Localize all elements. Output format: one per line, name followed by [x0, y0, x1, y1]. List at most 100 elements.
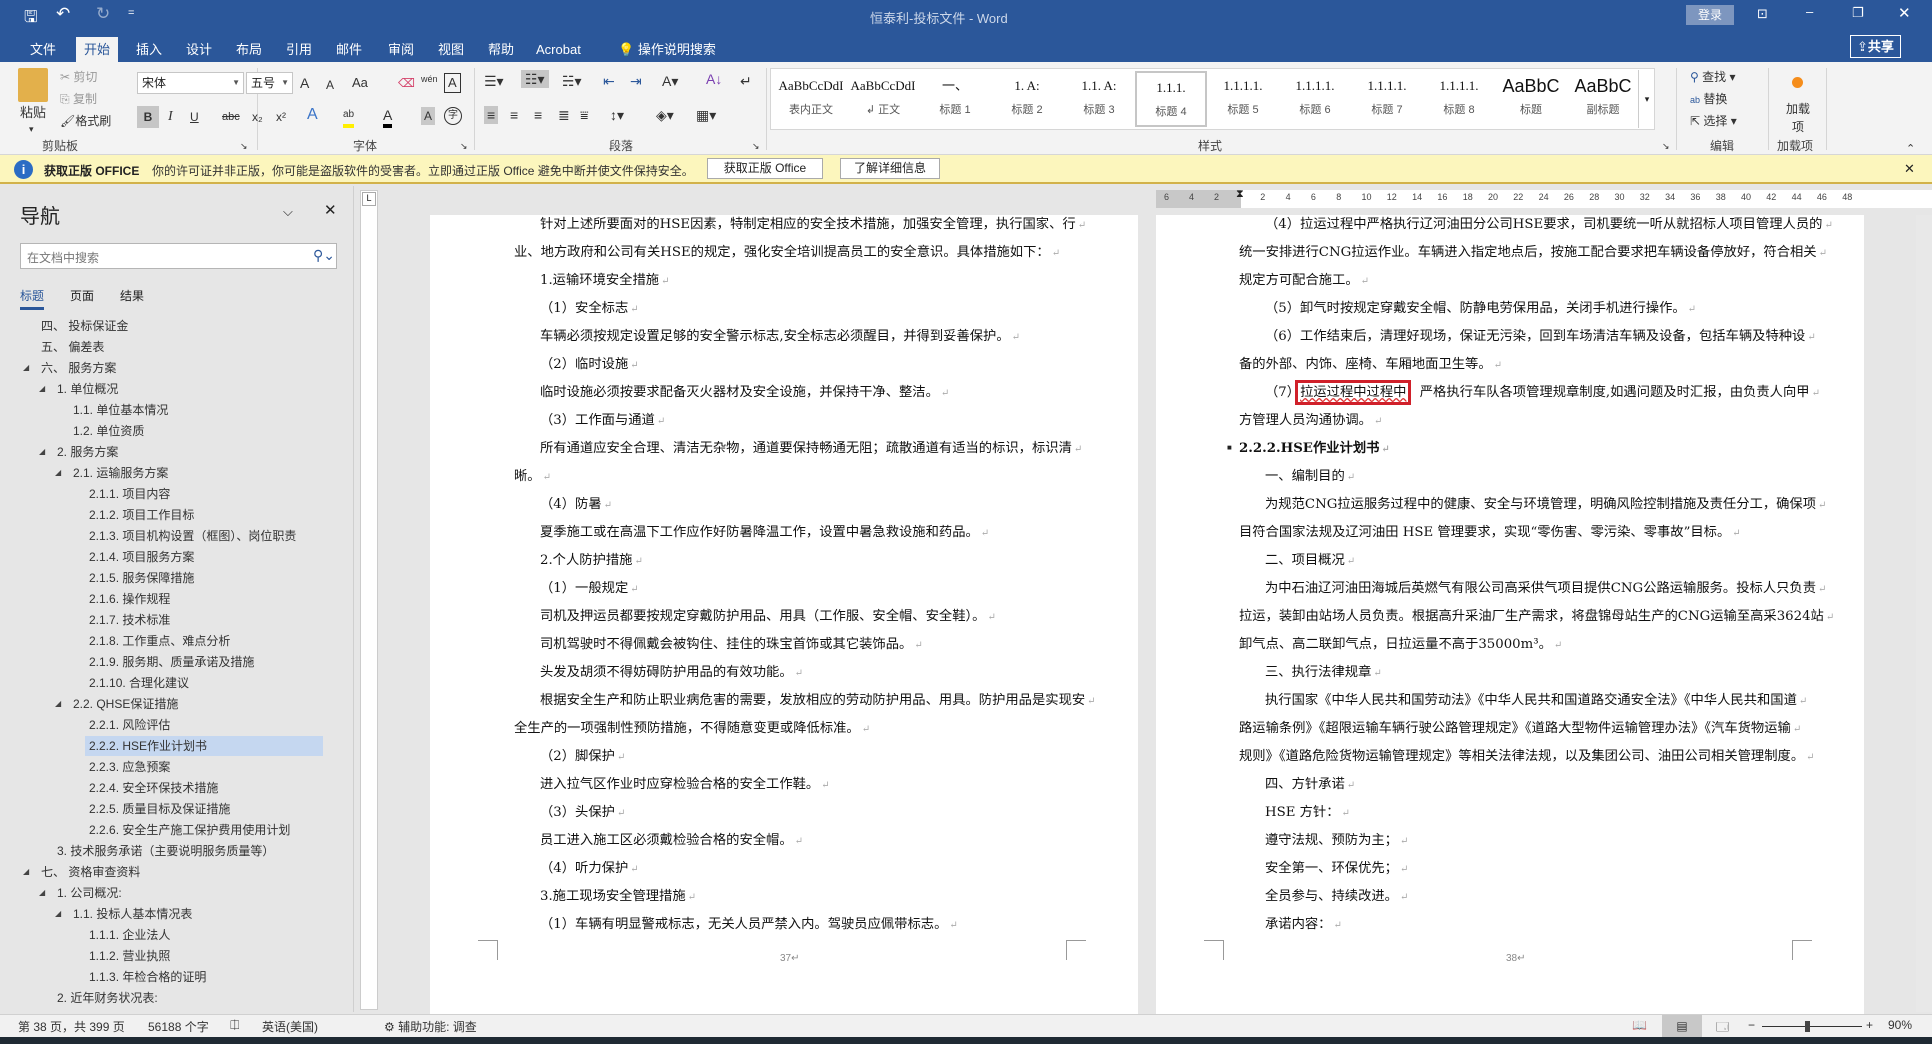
- zoom-slider-thumb[interactable]: [1805, 1021, 1810, 1032]
- grow-font-button[interactable]: A: [300, 74, 309, 92]
- customize-qat-button[interactable]: =: [128, 7, 134, 19]
- tab-3[interactable]: 设计: [178, 37, 220, 62]
- format-painter-button[interactable]: 🖌格式刷: [60, 112, 111, 130]
- nav-heading-item[interactable]: 1.1. 投标人基本情况表: [69, 904, 196, 924]
- nav-heading-item[interactable]: 五、 偏差表: [37, 337, 108, 357]
- save-icon[interactable]: 🖫: [24, 6, 38, 33]
- read-mode-icon[interactable]: 📖: [1632, 1018, 1647, 1032]
- enclose-characters-button[interactable]: 字: [444, 107, 462, 125]
- print-layout-icon[interactable]: ▤: [1662, 1015, 1702, 1037]
- search-icon[interactable]: ⚲⌄: [313, 247, 335, 264]
- expand-triangle-icon[interactable]: ◢: [39, 384, 45, 393]
- paste-icon[interactable]: [18, 68, 48, 102]
- nav-heading-item[interactable]: 四、 投标保证金: [37, 316, 132, 336]
- zoom-level[interactable]: 90%: [1888, 1018, 1912, 1032]
- zoom-in-button[interactable]: +: [1866, 1018, 1873, 1032]
- style-3[interactable]: 1. A: 标题 2: [991, 71, 1063, 127]
- nav-heading-item[interactable]: 1.1.1. 企业法人: [85, 925, 174, 945]
- align-center-icon[interactable]: ≡: [510, 106, 518, 124]
- nav-heading-item[interactable]: 七、 资格审查资料: [37, 862, 144, 882]
- redo-icon[interactable]: ↻: [96, 4, 110, 24]
- expand-triangle-icon[interactable]: ◢: [55, 468, 61, 477]
- ribbon-display-icon[interactable]: ⊡: [1757, 6, 1768, 22]
- page-count[interactable]: 第 38 页，共 399 页: [18, 1018, 125, 1035]
- proofing-icon[interactable]: ⎅: [230, 1018, 240, 1033]
- indent-marker-icon[interactable]: ⧗: [1236, 188, 1244, 201]
- expand-triangle-icon[interactable]: ◢: [39, 447, 45, 456]
- numbering-icon[interactable]: ☷▾: [521, 70, 549, 88]
- tab-1[interactable]: 开始: [76, 37, 119, 62]
- copy-button[interactable]: ⎘ 复制: [60, 90, 97, 108]
- show-marks-icon[interactable]: ↵: [740, 72, 752, 90]
- highlight-button[interactable]: ab: [343, 106, 355, 128]
- font-name-combo[interactable]: 宋体 ▼: [137, 72, 244, 94]
- nav-heading-item[interactable]: 1.1. 单位基本情况: [69, 400, 172, 420]
- change-case-button[interactable]: Aa: [352, 74, 368, 92]
- increase-indent-icon[interactable]: ⇥: [630, 72, 642, 90]
- vertical-scrollbar[interactable]: [1916, 215, 1932, 1012]
- sort-icon[interactable]: A↓: [706, 70, 722, 88]
- highlighted-text[interactable]: 拉运过程中过程中: [1295, 380, 1412, 405]
- get-genuine-office-button[interactable]: 获取正版 Office: [707, 158, 823, 179]
- tab-6[interactable]: 邮件: [328, 37, 370, 62]
- font-launcher-icon[interactable]: ↘: [460, 137, 468, 155]
- nav-heading-item[interactable]: 2.2.6. 安全生产施工保护费用使用计划: [85, 820, 294, 840]
- superscript-button[interactable]: x²: [276, 108, 286, 126]
- multilevel-list-icon[interactable]: ☵▾: [562, 72, 582, 90]
- close-icon[interactable]: ✕: [1898, 4, 1911, 22]
- character-shading-button[interactable]: A: [421, 107, 436, 125]
- nav-heading-item[interactable]: 2.1.7. 技术标准: [85, 610, 174, 630]
- styles-more-button[interactable]: ▾: [1638, 70, 1655, 128]
- vertical-ruler[interactable]: [360, 190, 378, 1010]
- nav-tab-2[interactable]: 结果: [120, 287, 144, 304]
- nav-heading-item[interactable]: 2.2.2. HSE作业计划书: [85, 736, 323, 756]
- cut-button[interactable]: ✂ 剪切: [60, 68, 97, 86]
- tell-me-search[interactable]: 💡 操作说明搜索: [610, 37, 724, 62]
- styles-launcher-icon[interactable]: ↘: [1662, 137, 1670, 155]
- style-11[interactable]: AaBbC 副标题: [1567, 71, 1639, 127]
- underline-button[interactable]: U: [190, 108, 199, 126]
- style-9[interactable]: 1.1.1.1. 标题 8: [1423, 71, 1495, 127]
- addins-button[interactable]: 加载项: [1786, 100, 1810, 136]
- style-5[interactable]: 1.1.1. 标题 4: [1135, 71, 1207, 127]
- accessibility-status[interactable]: ⚙ 辅助功能: 调查: [384, 1018, 477, 1035]
- nav-tab-0[interactable]: 标题: [20, 287, 45, 310]
- tab-selector-button[interactable]: L: [362, 192, 376, 206]
- nav-heading-item[interactable]: 2.2. QHSE保证措施: [69, 694, 182, 714]
- paste-dropdown-icon[interactable]: ▾: [29, 120, 34, 138]
- nav-heading-item[interactable]: 1. 公司概况:: [53, 883, 126, 903]
- nav-heading-item[interactable]: 2. 服务方案: [53, 442, 122, 462]
- line-spacing-icon[interactable]: ↕▾: [610, 106, 624, 124]
- tab-8[interactable]: 视图: [430, 37, 472, 62]
- clear-formatting-icon[interactable]: ⌫: [398, 74, 415, 92]
- document-page-37[interactable]: 针对上述所要面对的HSE因素，特制定相应的安全技术措施，加强安全管理，执行国家、…: [430, 215, 1138, 1015]
- justify-icon[interactable]: ≣: [558, 106, 570, 124]
- style-0[interactable]: AaBbCcDdI 表内正文: [775, 71, 847, 127]
- nav-heading-item[interactable]: 2.1. 运输服务方案: [69, 463, 172, 483]
- style-6[interactable]: 1.1.1.1. 标题 5: [1207, 71, 1279, 127]
- nav-heading-item[interactable]: 3. 技术服务承诺（主要说明服务质量等）: [53, 841, 278, 861]
- font-size-combo[interactable]: 五号 ▼: [246, 72, 293, 94]
- nav-heading-item[interactable]: 1.2. 单位资质: [69, 421, 148, 441]
- zoom-slider[interactable]: [1762, 1021, 1862, 1032]
- tab-9[interactable]: 帮助: [480, 37, 522, 62]
- nav-search-input[interactable]: 在文档中搜索 ⚲⌄: [20, 243, 337, 269]
- style-4[interactable]: 1.1. A: 标题 3: [1063, 71, 1135, 127]
- phonetic-guide-button[interactable]: wén: [421, 70, 438, 88]
- nav-tab-1[interactable]: 页面: [70, 287, 94, 304]
- nav-heading-item[interactable]: 2.1.5. 服务保障措施: [85, 568, 198, 588]
- document-page-38[interactable]: （4）拉运过程中严格执行辽河油田分公司HSE要求，司机要统一听从就招标人项目管理…: [1156, 215, 1864, 1015]
- expand-triangle-icon[interactable]: ◢: [23, 363, 29, 372]
- shrink-font-button[interactable]: A: [326, 76, 334, 94]
- nav-heading-item[interactable]: 2.2.4. 安全环保技术措施: [85, 778, 222, 798]
- chevron-down-icon[interactable]: ▼: [281, 73, 289, 93]
- style-2[interactable]: 一、 标题 1: [919, 71, 991, 127]
- nav-heading-item[interactable]: 2.1.4. 项目服务方案: [85, 547, 198, 567]
- expand-triangle-icon[interactable]: ◢: [55, 909, 61, 918]
- chevron-down-icon[interactable]: ▼: [232, 73, 240, 93]
- tab-2[interactable]: 插入: [128, 37, 170, 62]
- restore-icon[interactable]: ❐: [1852, 5, 1864, 21]
- nav-heading-item[interactable]: 2.2.3. 应急预案: [85, 757, 174, 777]
- expand-triangle-icon[interactable]: ◢: [23, 867, 29, 876]
- text-direction-icon[interactable]: A▾: [662, 72, 678, 90]
